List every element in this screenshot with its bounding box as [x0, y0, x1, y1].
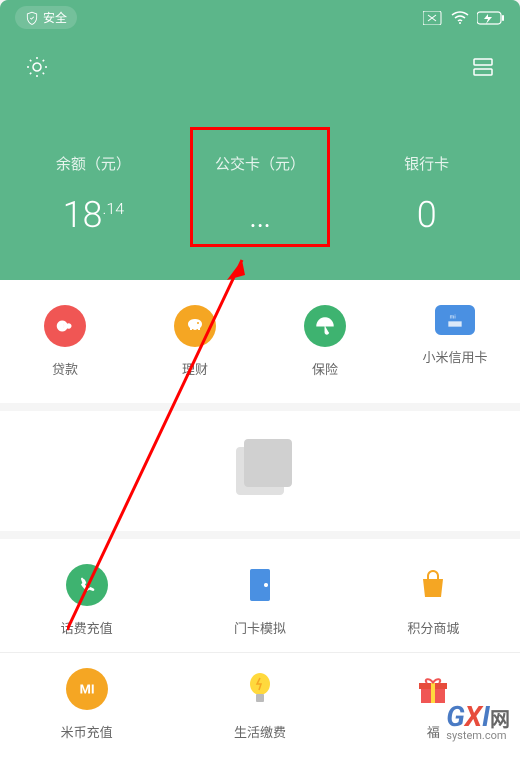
life-payment-item[interactable]: 生活缴费 [173, 668, 346, 741]
phone-recharge-label: 话费充值 [61, 618, 113, 637]
watermark-url: system.com [446, 729, 510, 742]
card-icon: mi [435, 305, 475, 335]
scan-icon [471, 55, 495, 79]
wallet-balance[interactable]: 余额（元） 18.14 [10, 153, 177, 236]
gear-icon [25, 55, 49, 79]
door-card-label: 门卡模拟 [234, 618, 286, 637]
phone-icon [66, 564, 108, 606]
mi-coin-item[interactable]: MI 米币充值 [0, 668, 173, 741]
svg-text:MI: MI [79, 683, 94, 698]
balance-row: 余额（元） 18.14 公交卡（元） … 银行卡 0 [0, 153, 520, 236]
finance-item[interactable]: 理财 [130, 305, 260, 378]
svg-text:mi: mi [450, 315, 456, 321]
loan-item[interactable]: 贷款 [0, 305, 130, 378]
sim-icon [423, 11, 443, 25]
mi-coin-label: 米币充值 [61, 722, 113, 741]
battery-icon [477, 11, 505, 25]
loan-label: 贷款 [52, 359, 78, 378]
door-card-item[interactable]: 门卡模拟 [173, 564, 346, 637]
credit-card-label: 小米信用卡 [422, 347, 487, 366]
watermark: GXI网 system.com [446, 700, 510, 742]
grid-divider [0, 652, 520, 653]
points-mall-item[interactable]: 积分商城 [347, 564, 520, 637]
settings-button[interactable] [25, 55, 49, 83]
credit-card-item[interactable]: mi 小米信用卡 [390, 305, 520, 378]
header-section: 安全 [0, 0, 520, 280]
bag-icon [412, 564, 454, 606]
piggy-icon [174, 305, 216, 347]
banner-placeholder-icon [236, 447, 284, 495]
bank-label: 银行卡 [343, 153, 510, 174]
wifi-icon [451, 11, 469, 25]
transit-label: 公交卡（元） [177, 153, 344, 174]
bank-value: 0 [343, 194, 510, 236]
wallet-value: 18.14 [10, 194, 177, 236]
loan-icon [44, 305, 86, 347]
insurance-label: 保险 [312, 359, 338, 378]
welfare-label: 福 [427, 722, 440, 741]
status-bar: 安全 [0, 0, 520, 35]
shield-icon [25, 11, 39, 25]
services-grid-1: 贷款 理财 保险 mi 小米信用卡 [0, 280, 520, 403]
door-icon [239, 564, 281, 606]
umbrella-icon [304, 305, 346, 347]
services-grid-2: 话费充值 门卡模拟 积分商城 MI 米币充值 生活缴费 福 [0, 539, 520, 766]
safe-badge: 安全 [15, 6, 77, 29]
finance-label: 理财 [182, 359, 208, 378]
points-mall-label: 积分商城 [407, 618, 459, 637]
toolbar [0, 35, 520, 103]
transit-value: … [177, 194, 344, 236]
safe-label: 安全 [43, 9, 67, 26]
scan-button[interactable] [471, 55, 495, 83]
transit-balance[interactable]: 公交卡（元） … [177, 153, 344, 236]
mi-icon: MI [66, 668, 108, 710]
phone-recharge-item[interactable]: 话费充值 [0, 564, 173, 637]
life-payment-label: 生活缴费 [234, 722, 286, 741]
bulb-icon [239, 668, 281, 710]
banner-section[interactable] [0, 411, 520, 531]
bank-balance[interactable]: 银行卡 0 [343, 153, 510, 236]
insurance-item[interactable]: 保险 [260, 305, 390, 378]
status-icons [423, 11, 505, 25]
wallet-label: 余额（元） [10, 153, 177, 174]
